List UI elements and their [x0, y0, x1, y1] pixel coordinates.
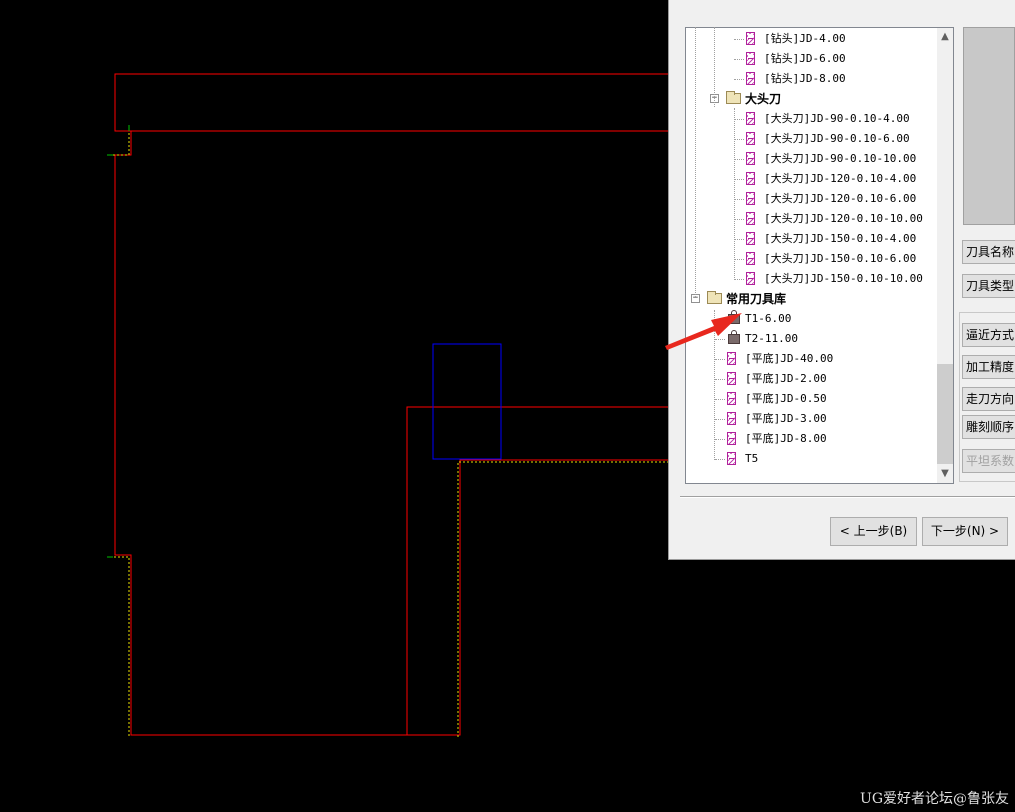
tool-icon: [746, 32, 755, 45]
tree-item-label: [大头刀]JD-120-0.10-4.00: [764, 172, 917, 185]
tool-icon: [746, 52, 755, 65]
toolpath-right: [457, 461, 668, 737]
watermark: UG爱好者论坛@鲁张友: [860, 791, 1009, 807]
tree-item-label: [大头刀]JD-90-0.10-10.00: [764, 152, 917, 165]
tool-icon: [746, 152, 755, 165]
tree-item-label: [平底]JD-8.00: [745, 432, 827, 445]
toolpath-left-lower: [110, 556, 130, 737]
tree-item-label: [大头刀]JD-120-0.10-6.00: [764, 192, 917, 205]
lock-icon: [728, 330, 740, 344]
selection-rectangle[interactable]: [432, 343, 502, 460]
toolpath-lines: [110, 129, 668, 737]
tool-icon: [746, 192, 755, 205]
tree-connector: [714, 310, 715, 460]
tree-item-label: T5: [745, 452, 759, 465]
scroll-down-icon[interactable]: ▼: [937, 466, 953, 482]
tool-icon: [727, 392, 736, 405]
engraving-order-button[interactable]: 雕刻顺序: [962, 415, 1015, 439]
tree-connector: [715, 359, 725, 360]
tree-item-label: [大头刀]JD-90-0.10-6.00: [764, 132, 910, 145]
tree-connector: [695, 27, 696, 297]
tree-connector: [734, 108, 735, 278]
flatness-coefficient-button[interactable]: 平坦系数: [962, 449, 1015, 473]
tree-connector: [734, 239, 744, 240]
tree-connector: [734, 279, 744, 280]
tree-item-label: [大头刀]JD-150-0.10-10.00: [764, 272, 923, 285]
tree-connector: [734, 39, 744, 40]
toolpath-left: [110, 129, 130, 156]
tree-item-label: [钻头]JD-8.00: [764, 72, 846, 85]
tool-icon: [746, 232, 755, 245]
tool-icon: [746, 72, 755, 85]
main-body-outline: [114, 130, 670, 736]
machining-precision-button[interactable]: 加工精度: [962, 355, 1015, 379]
tree-connector: [715, 419, 725, 420]
tool-type-button[interactable]: 刀具类型: [962, 274, 1015, 298]
lock-icon: [728, 310, 740, 324]
tool-icon: [727, 452, 736, 465]
tree-item-label: [平底]JD-2.00: [745, 372, 827, 385]
tool-icon: [727, 352, 736, 365]
tool-icon: [746, 132, 755, 145]
top-slab-outline: [114, 73, 670, 132]
tree-item-label: [钻头]JD-6.00: [764, 52, 846, 65]
tool-icon: [746, 272, 755, 285]
tree-connector: [714, 27, 715, 107]
tree-item-label: 常用刀具库: [726, 292, 787, 306]
previous-step-button[interactable]: < 上一步(B): [830, 517, 917, 546]
tree-connector: [734, 159, 744, 160]
tree-connector: [734, 59, 744, 60]
tool-preview-panel: [963, 27, 1015, 225]
scroll-up-icon[interactable]: ▲: [937, 29, 953, 45]
tree-item-label: [平底]JD-3.00: [745, 412, 827, 425]
tree-connector: [734, 259, 744, 260]
tool-icon: [727, 372, 736, 385]
tree-item-label: [平底]JD-0.50: [745, 392, 827, 405]
tree-item-label: 大头刀: [745, 92, 782, 106]
cutting-direction-button[interactable]: 走刀方向: [962, 387, 1015, 411]
tool-icon: [727, 412, 736, 425]
tree-item-label: [平底]JD-40.00: [745, 352, 834, 365]
folder-icon: [707, 291, 722, 304]
tree-connector: [734, 79, 744, 80]
tree-item-label: [大头刀]JD-90-0.10-4.00: [764, 112, 910, 125]
next-step-button[interactable]: 下一步(N) >: [922, 517, 1008, 546]
tree-connector: [734, 119, 744, 120]
tree-connector: [715, 399, 725, 400]
approach-method-button[interactable]: 逼近方式: [962, 323, 1015, 347]
tree-connector: [715, 379, 725, 380]
tree-item-label: [大头刀]JD-120-0.10-10.00: [764, 212, 923, 225]
tree-connector: [734, 219, 744, 220]
tree-connector: [734, 139, 744, 140]
tool-icon: [746, 212, 755, 225]
tree-connector: [715, 319, 725, 320]
tool-name-button[interactable]: 刀具名称: [962, 240, 1015, 264]
tree-connector: [715, 459, 725, 460]
inner-step-outline: [406, 406, 670, 735]
green-markers: [107, 125, 130, 558]
tree-item-label: [大头刀]JD-150-0.10-4.00: [764, 232, 917, 245]
tool-icon: [746, 172, 755, 185]
dialog-separator: [680, 496, 1015, 498]
tool-icon: [746, 112, 755, 125]
part-outline: [114, 73, 670, 736]
tree-connector: [715, 339, 725, 340]
tree-connector: [715, 439, 725, 440]
tree-connector: [734, 179, 744, 180]
tree-item-label: [钻头]JD-4.00: [764, 32, 846, 45]
tree-item-label: [大头刀]JD-150-0.10-6.00: [764, 252, 917, 265]
tree-item-label: T1-6.00: [745, 312, 792, 325]
tree-item-label: T2-11.00: [745, 332, 798, 345]
tool-icon: [727, 432, 736, 445]
tree-scrollbar-thumb[interactable]: [937, 364, 953, 464]
folder-icon: [726, 91, 741, 104]
tool-icon: [746, 252, 755, 265]
tree-connector: [734, 199, 744, 200]
